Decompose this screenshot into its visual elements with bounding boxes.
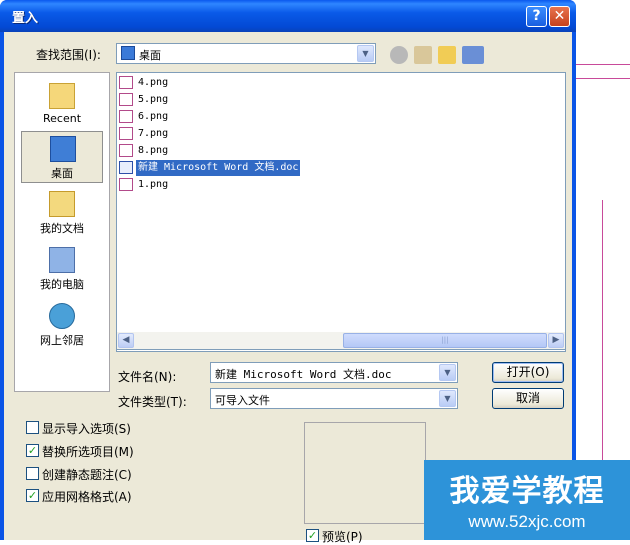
png-file-icon — [119, 76, 133, 89]
file-name: 1.png — [138, 179, 169, 190]
desktop-icon — [50, 136, 76, 162]
file-type-label: 文件类型(T): — [118, 395, 187, 409]
png-file-icon — [119, 110, 133, 123]
place-label: 我的文档 — [40, 222, 84, 235]
new-folder-icon[interactable] — [438, 46, 456, 64]
place-network[interactable]: 网上邻居 — [21, 299, 103, 351]
file-name-value: 新建 Microsoft Word 文档.doc — [215, 368, 392, 381]
open-button[interactable]: 打开(O) — [492, 362, 564, 383]
my-computer-icon — [49, 247, 75, 273]
look-in-dropdown[interactable]: 桌面 ▼ — [116, 43, 376, 64]
png-file-icon — [119, 178, 133, 191]
checkbox-box[interactable] — [26, 421, 39, 434]
file-name-label: 文件名(N): — [118, 370, 177, 384]
checkbox-label: 应用网格格式(A) — [42, 490, 132, 504]
checkbox-box[interactable] — [26, 467, 39, 480]
file-name: 新建 Microsoft Word 文档.doc — [136, 160, 301, 176]
look-in-value: 桌面 — [139, 49, 161, 62]
file-name-input[interactable]: 新建 Microsoft Word 文档.doc ▼ — [210, 362, 458, 383]
place-my-computer[interactable]: 我的电脑 — [21, 243, 103, 295]
watermark-url: www.52xjc.com — [468, 512, 586, 531]
help-button[interactable]: ? — [526, 6, 547, 27]
file-name: 8.png — [138, 145, 169, 156]
place-dialog: 置入 ? ✕ 查找范围(I): 桌面 ▼ Recent 桌面 我的文档 我的电脑… — [0, 0, 576, 544]
file-name: 4.png — [138, 77, 169, 88]
page-guide-line — [576, 64, 630, 65]
cancel-button[interactable]: 取消 — [492, 388, 564, 409]
file-list[interactable]: 4.png 5.png 6.png 7.png 8.png 新建 Microso… — [116, 72, 566, 352]
png-file-icon — [119, 127, 133, 140]
checkbox-label: 显示导入选项(S) — [42, 422, 131, 436]
place-label: 桌面 — [51, 167, 73, 180]
file-type-value: 可导入文件 — [215, 394, 270, 407]
check-icon[interactable]: ✓ — [306, 529, 319, 542]
place-label: Recent — [42, 112, 82, 125]
file-type-dropdown[interactable]: 可导入文件 ▼ — [210, 388, 458, 409]
checkbox-label: 预览(P) — [322, 530, 363, 544]
look-in-label: 查找范围(I): — [36, 48, 101, 62]
view-menu-icon[interactable] — [462, 46, 484, 64]
watermark-title: 我爱学教程 — [449, 474, 605, 509]
png-file-icon — [119, 144, 133, 157]
watermark-banner: 我爱学教程 www.52xjc.com — [424, 460, 630, 540]
up-folder-icon[interactable] — [414, 46, 432, 64]
place-desktop[interactable]: 桌面 — [21, 131, 103, 183]
scroll-left-icon[interactable]: ◀ — [118, 333, 134, 348]
checkbox-label: 创建静态题注(C) — [42, 468, 132, 482]
preview-panel — [304, 422, 426, 524]
scroll-right-icon[interactable]: ▶ — [548, 333, 564, 348]
file-name: 6.png — [138, 111, 169, 122]
chevron-down-icon[interactable]: ▼ — [357, 45, 374, 62]
scrollbar-thumb[interactable]: ||| — [343, 333, 547, 348]
place-label: 网上邻居 — [40, 334, 84, 347]
folder-icon — [49, 83, 75, 109]
close-button[interactable]: ✕ — [549, 6, 570, 27]
place-recent[interactable]: Recent — [21, 79, 103, 131]
horizontal-scrollbar[interactable]: ◀ ||| ▶ — [116, 332, 566, 350]
check-icon[interactable]: ✓ — [26, 444, 39, 457]
png-file-icon — [119, 93, 133, 106]
checkbox-label: 替换所选项目(M) — [42, 445, 134, 459]
check-icon[interactable]: ✓ — [26, 489, 39, 502]
network-icon — [49, 303, 75, 329]
chevron-down-icon[interactable]: ▼ — [439, 390, 456, 407]
title-bar[interactable]: 置入 ? ✕ — [0, 0, 576, 32]
desktop-icon — [121, 46, 135, 60]
word-document-icon — [119, 161, 133, 174]
place-label: 我的电脑 — [40, 278, 84, 291]
page-guide-line — [576, 78, 630, 79]
file-name: 5.png — [138, 94, 169, 105]
window-title: 置入 — [12, 11, 39, 26]
my-documents-icon — [49, 191, 75, 217]
back-icon[interactable] — [390, 46, 408, 64]
chevron-down-icon[interactable]: ▼ — [439, 364, 456, 381]
places-bar: Recent 桌面 我的文档 我的电脑 网上邻居 — [14, 72, 110, 392]
place-my-documents[interactable]: 我的文档 — [21, 187, 103, 239]
file-name: 7.png — [138, 128, 169, 139]
